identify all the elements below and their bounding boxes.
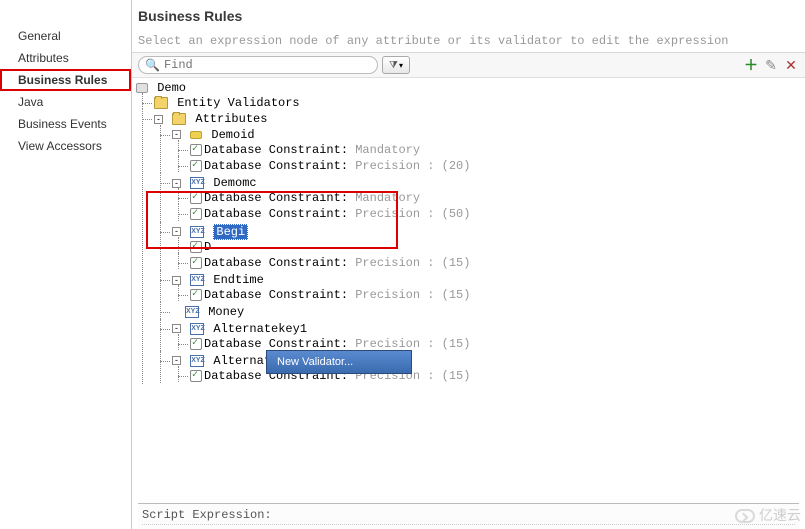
tree-constraint[interactable]: Database Constraint: Precision : (15) [190, 287, 801, 303]
toolbar: 🔍 ⧩ ▾ ＋ ✎ ✕ [132, 52, 805, 78]
xyz-icon: XYZ [185, 306, 199, 318]
xyz-icon: XYZ [190, 323, 204, 335]
highlight-box [146, 191, 398, 249]
search-icon: 🔍 [145, 58, 160, 72]
tree-constraint[interactable]: Database Constraint: Precision : (15) [190, 255, 801, 271]
key-icon [190, 131, 202, 139]
xyz-icon: XYZ [190, 177, 204, 189]
tree-attr-endtime[interactable]: - XYZ Endtime Database Constraint: Preci… [172, 272, 801, 304]
entity-icon [136, 83, 148, 93]
sidebar-item-business-rules[interactable]: Business Rules [0, 69, 131, 91]
page-subtitle: Select an expression node of any attribu… [138, 34, 799, 48]
sidebar-item-attributes[interactable]: Attributes [0, 47, 131, 69]
collapse-toggle[interactable]: - [172, 130, 181, 139]
funnel-icon: ⧩ [389, 60, 398, 71]
tree-attr-demoid[interactable]: - Demoid Database Constraint: Mandatory … [172, 127, 801, 176]
edit-button[interactable]: ✎ [763, 57, 779, 73]
page-title: Business Rules [138, 8, 799, 24]
filter-button[interactable]: ⧩ ▾ [382, 56, 410, 74]
sidebar-item-java[interactable]: Java [0, 91, 131, 113]
xyz-icon: XYZ [190, 355, 204, 367]
script-expression-title: Script Expression: [142, 508, 795, 525]
sidebar: General Attributes Business Rules Java B… [0, 0, 132, 529]
context-menu: New Validator... [266, 350, 412, 374]
sidebar-item-business-events[interactable]: Business Events [0, 113, 131, 135]
tree-attr-money[interactable]: XYZ Money [172, 304, 801, 320]
check-icon [190, 338, 202, 350]
tree-area[interactable]: Demo Entity Validators - Attributes [132, 78, 805, 499]
tree-constraint[interactable]: Database Constraint: Precision : (20) [190, 158, 801, 174]
sidebar-item-general[interactable]: General [0, 25, 131, 47]
sidebar-item-view-accessors[interactable]: View Accessors [0, 135, 131, 157]
folder-icon [172, 113, 186, 125]
folder-icon [154, 97, 168, 109]
tree-constraint[interactable]: Database Constraint: Mandatory [190, 142, 801, 158]
search-input[interactable] [164, 58, 364, 72]
check-icon [190, 370, 202, 382]
add-button[interactable]: ＋ [743, 57, 759, 73]
tree-entity-validators[interactable]: Entity Validators [154, 95, 801, 111]
menu-new-validator[interactable]: New Validator... [269, 353, 409, 371]
main-panel: Business Rules Select an expression node… [132, 0, 805, 529]
check-icon [190, 160, 202, 172]
collapse-toggle[interactable]: - [154, 115, 163, 124]
check-icon [190, 257, 202, 269]
collapse-toggle[interactable]: - [172, 179, 181, 188]
xyz-icon: XYZ [190, 274, 204, 286]
collapse-toggle[interactable]: - [172, 276, 181, 285]
delete-button[interactable]: ✕ [783, 57, 799, 73]
check-icon [190, 289, 202, 301]
search-box[interactable]: 🔍 [138, 56, 378, 74]
script-expression-panel: Script Expression: [138, 503, 799, 529]
collapse-toggle[interactable]: - [172, 324, 181, 333]
tree-attr-alternatekey1[interactable]: - XYZ Alternatekey1 Database Constraint:… [172, 321, 801, 353]
check-icon [190, 144, 202, 156]
collapse-toggle[interactable]: - [172, 356, 181, 365]
